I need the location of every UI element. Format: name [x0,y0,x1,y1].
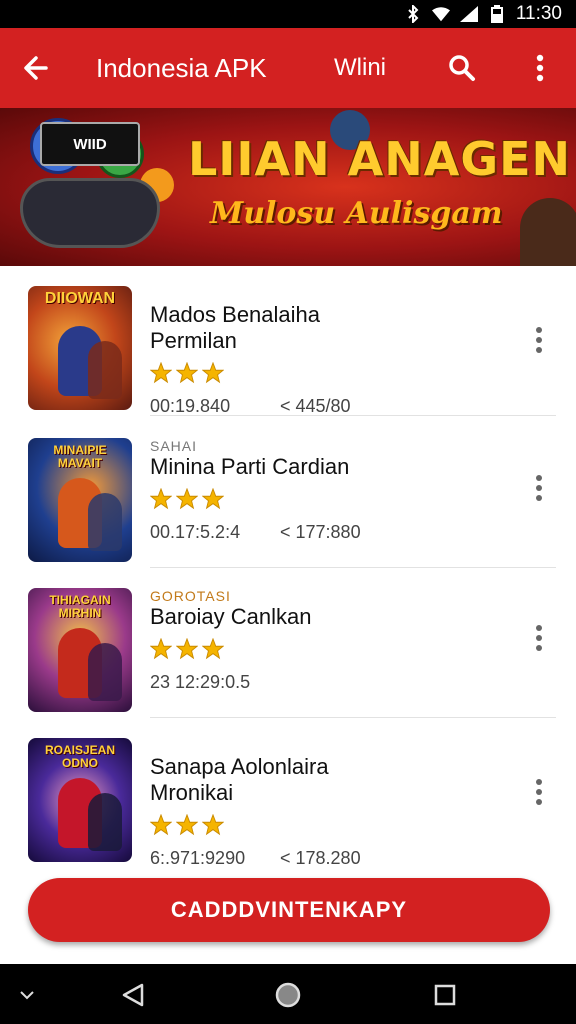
banner-tagline: Mulosu Aulisgam [210,196,503,231]
wifi-icon [431,5,450,23]
signal-icon [459,5,478,23]
app-stat-count: < 177:880 [280,522,361,542]
list-item[interactable]: MINAIPIE MAVAIT SAHAI Minina Parti Cardi… [0,418,576,568]
app-thumbnail[interactable]: ROAISJEAN ODNO [28,738,132,862]
recents-square-icon[interactable] [428,978,462,1012]
star-icon [150,488,172,510]
status-time: 11:30 [515,3,562,24]
app-stat-time: 00.17:5.2:4 [150,522,241,542]
hero-figure [88,793,122,851]
app-name: Mados Benalaiha [150,302,321,327]
app-name-line2: Mronikai [150,780,234,805]
item-more-icon[interactable] [522,320,556,360]
controller-screen-text: WIID [40,122,140,166]
app-name: Minina Parti Cardian [150,454,350,479]
app-thumbnail[interactable]: TIHIAGAIN MIRHIN [28,588,132,712]
list-item[interactable]: TIHIAGAIN MIRHIN GOROTASI Baroiay Canlka… [0,568,576,718]
home-circle-icon[interactable] [271,978,305,1012]
star-icon [176,362,198,384]
app-stat-time: 00:19.840 [150,396,231,416]
hero-figure [88,643,122,701]
star-icon [150,362,172,384]
app-prefix [150,738,510,754]
app-meta: 23 12:29:0.5 [150,672,510,693]
rating-stars [150,638,510,664]
star-icon [176,488,198,510]
app-thumbnail[interactable]: MINAIPIE MAVAIT [28,438,132,562]
item-more-icon[interactable] [522,468,556,508]
thumbnail-label: TIHIAGAIN MIRHIN [49,593,111,620]
star-icon [176,814,198,836]
rating-stars [150,488,510,514]
thumbnail-label: ROAISJEAN ODNO [44,743,115,770]
rating-stars [150,814,510,840]
app-stat-time: 6:.971:9290 [150,848,246,868]
app-name: Baroiay Canlkan [150,604,312,629]
search-icon[interactable] [440,48,484,88]
list-item[interactable]: ROAISJEAN ODNO Sanapa Aolonlaira Mronika… [0,718,576,868]
system-nav-bar [0,964,576,1024]
back-triangle-icon[interactable] [116,978,150,1012]
item-more-icon[interactable] [522,772,556,812]
app-info: Sanapa Aolonlaira Mronikai 6:.971:9290 <… [150,738,510,869]
app-name: Sanapa Aolonlaira [150,754,329,779]
item-more-icon[interactable] [522,618,556,658]
battery-icon [488,5,506,23]
banner-headline: LIIAN ANAGEN [188,132,572,186]
hero-figure [88,341,122,399]
app-title: Indonesia APK [96,52,267,83]
star-icon [176,638,198,660]
primary-action-button[interactable]: CADDDVINTENKAPY [28,878,550,942]
app-bar: Indonesia APK Wlini [0,28,576,108]
status-bar: 11:30 [0,0,576,28]
keyboard-hide-icon[interactable] [10,978,44,1012]
back-arrow-icon[interactable] [0,28,72,108]
app-stat-count: < 445/80 [280,396,351,416]
app-prefix: SAHAI [150,438,198,454]
star-icon [150,638,172,660]
app-subtitle[interactable]: Wlini [334,54,424,82]
app-stat-time: 23 12:29:0.5 [150,672,251,692]
app-name-line2: Permilan [150,328,237,353]
app-info: Mados Benalaiha Permilan 00:19.840 < 445… [150,286,510,417]
app-meta: 00.17:5.2:4 < 177:880 [150,522,510,543]
game-controller-image [20,178,160,248]
thumbnail-label: DIIOWAN [44,290,116,307]
star-icon [202,814,224,836]
app-thumbnail[interactable]: DIIOWAN [28,286,132,410]
star-icon [202,362,224,384]
app-prefix: GOROTASI [150,588,231,604]
app-prefix [150,286,510,302]
thumbnail-label: MINAIPIE MAVAIT [53,443,107,470]
divider [150,415,556,416]
hero-figure [88,493,122,551]
app-stat-count: < 178.280 [280,848,361,868]
star-icon [202,638,224,660]
promo-banner[interactable]: WIID LIIAN ANAGEN Mulosu Aulisgam [0,108,576,266]
star-icon [150,814,172,836]
rating-stars [150,362,510,388]
app-info: GOROTASI Baroiay Canlkan 23 12:29:0.5 [150,588,510,693]
list-item[interactable]: DIIOWAN Mados Benalaiha Permilan 00:19.8… [0,266,576,416]
more-vert-icon[interactable] [520,48,560,88]
app-meta: 6:.971:9290 < 178.280 [150,848,510,869]
star-icon [202,488,224,510]
app-meta: 00:19.840 < 445/80 [150,396,510,417]
app-info: SAHAI Minina Parti Cardian 00.17:5.2:4 <… [150,438,510,543]
bluetooth-icon [404,5,422,23]
